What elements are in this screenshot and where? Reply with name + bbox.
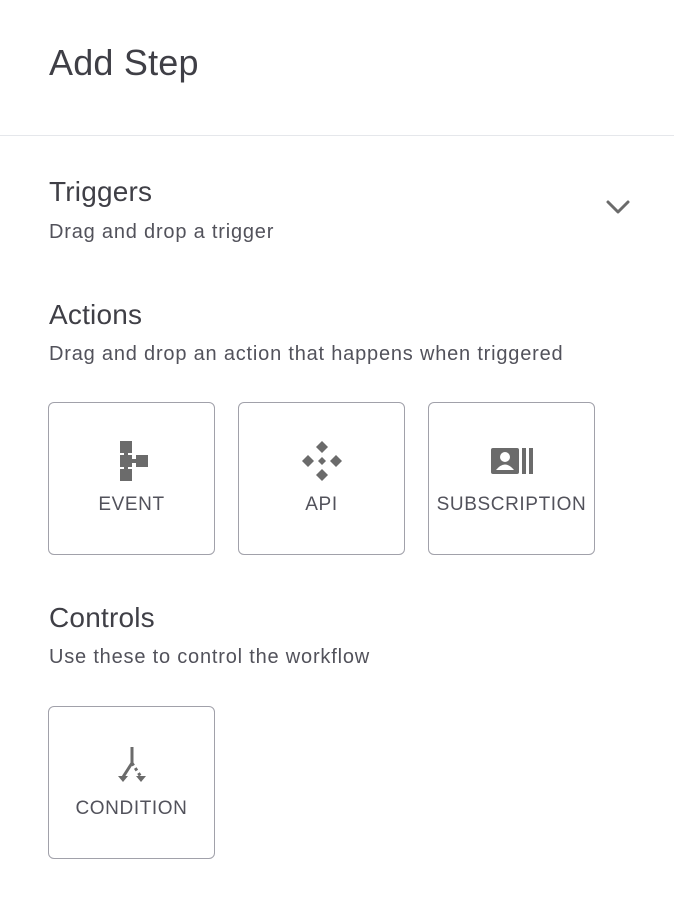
- actions-title: Actions: [49, 299, 143, 330]
- event-action-tile[interactable]: EVENT: [48, 402, 215, 555]
- subscription-icon: [490, 448, 533, 474]
- event-flow-icon: [119, 441, 148, 481]
- chevron-down-icon[interactable]: [604, 198, 632, 218]
- actions-description: Drag and drop an action that happens whe…: [49, 343, 564, 365]
- subscription-label: SUBSCRIPTION: [436, 494, 587, 515]
- panel-title: Add Step: [49, 42, 199, 83]
- condition-label: CONDITION: [75, 798, 188, 819]
- condition-split-icon: [117, 747, 146, 782]
- condition-control-tile[interactable]: CONDITION: [48, 706, 215, 859]
- api-action-tile[interactable]: API: [238, 402, 405, 555]
- event-label: EVENT: [98, 494, 165, 515]
- api-label: API: [305, 494, 338, 515]
- triggers-description: Drag and drop a trigger: [49, 221, 275, 243]
- triggers-title[interactable]: Triggers: [49, 176, 152, 208]
- controls-description: Use these to control the workflow: [49, 646, 370, 668]
- subscription-action-tile[interactable]: SUBSCRIPTION: [428, 402, 595, 555]
- controls-title: Controls: [49, 602, 155, 633]
- panel-header: Add Step: [0, 0, 674, 136]
- api-icon: [301, 441, 342, 481]
- add-step-panel: Add Step Triggers Drag and drop a trigge…: [0, 0, 674, 908]
